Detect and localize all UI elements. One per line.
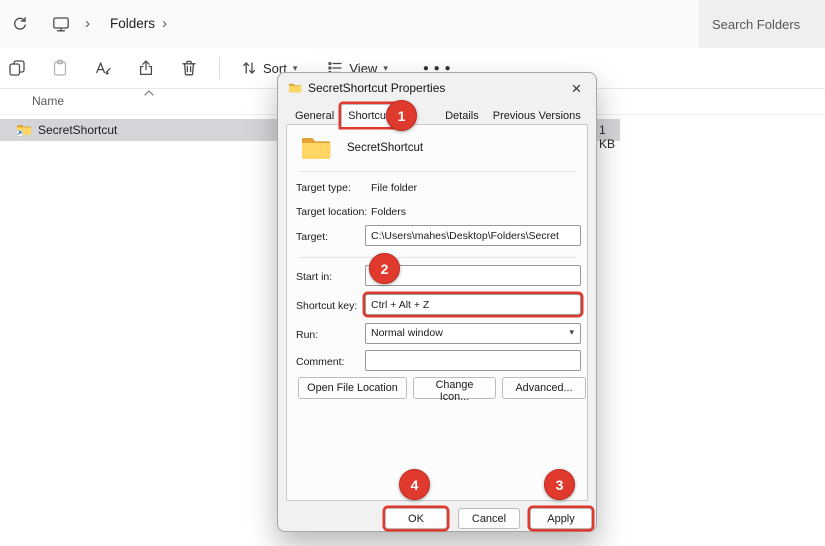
share-icon bbox=[137, 59, 155, 77]
refresh-icon bbox=[11, 16, 28, 33]
delete-button[interactable] bbox=[174, 53, 204, 83]
desktop-icon bbox=[52, 15, 70, 33]
tab-details[interactable]: Details bbox=[438, 105, 486, 127]
folder-shortcut-icon bbox=[16, 123, 32, 137]
tab-general[interactable]: General bbox=[288, 105, 341, 127]
refresh-button[interactable] bbox=[6, 11, 32, 37]
folder-icon bbox=[288, 82, 302, 94]
ok-button[interactable]: OK bbox=[385, 508, 447, 529]
target-input[interactable] bbox=[365, 225, 581, 246]
comment-input[interactable] bbox=[365, 350, 581, 371]
target-label: Target: bbox=[296, 231, 328, 243]
target-type-label: Target type: bbox=[296, 182, 351, 194]
sort-icon bbox=[241, 60, 257, 76]
annotation-step-1: 1 bbox=[386, 100, 417, 131]
run-label: Run: bbox=[296, 329, 318, 341]
rename-icon bbox=[94, 59, 112, 77]
trash-icon bbox=[180, 59, 198, 77]
chevron-down-icon: ▾ bbox=[569, 327, 574, 338]
target-location-label: Target location: bbox=[296, 206, 367, 218]
tab-previous-versions[interactable]: Previous Versions bbox=[486, 105, 588, 127]
run-value: Normal window bbox=[371, 327, 443, 339]
cancel-button[interactable]: Cancel bbox=[458, 508, 520, 529]
dialog-title: SecretShortcut Properties bbox=[308, 81, 445, 95]
breadcrumb-chevron-icon: › bbox=[85, 14, 90, 34]
divider bbox=[299, 171, 577, 172]
breadcrumb-root-button[interactable] bbox=[48, 11, 74, 37]
properties-dialog: SecretShortcut Properties × General Shor… bbox=[277, 72, 597, 532]
annotation-step-3: 3 bbox=[544, 469, 575, 500]
file-name: SecretShortcut bbox=[38, 123, 117, 137]
rename-button[interactable] bbox=[88, 53, 118, 83]
annotation-step-4: 4 bbox=[399, 469, 430, 500]
shortcut-key-label: Shortcut key: bbox=[296, 300, 357, 312]
toolbar-divider bbox=[219, 57, 220, 79]
sort-ascending-icon bbox=[144, 90, 154, 96]
close-icon[interactable]: × bbox=[563, 76, 590, 100]
folder-icon-large bbox=[300, 134, 332, 161]
file-explorer-window: › Folders › bbox=[0, 0, 825, 546]
annotation-step-2: 2 bbox=[369, 253, 400, 284]
target-type-value: File folder bbox=[371, 182, 417, 194]
explorer-topbar: › Folders › bbox=[0, 0, 825, 48]
paste-icon bbox=[51, 59, 69, 77]
copy-button[interactable] bbox=[2, 53, 32, 83]
start-in-label: Start in: bbox=[296, 271, 332, 283]
search-input[interactable] bbox=[699, 0, 825, 48]
shortcut-key-input[interactable] bbox=[365, 294, 581, 315]
breadcrumb-chevron-icon: › bbox=[162, 14, 167, 34]
breadcrumb-folders[interactable]: Folders bbox=[103, 13, 162, 34]
file-size: 1 KB bbox=[599, 123, 620, 151]
divider bbox=[299, 257, 577, 258]
column-header-name[interactable]: Name bbox=[32, 94, 64, 108]
open-file-location-button[interactable]: Open File Location bbox=[298, 377, 407, 399]
comment-label: Comment: bbox=[296, 356, 344, 368]
paste-button[interactable] bbox=[45, 53, 75, 83]
shortcut-name: SecretShortcut bbox=[347, 142, 423, 154]
target-location-value: Folders bbox=[371, 206, 406, 218]
run-select[interactable]: Normal window ▾ bbox=[365, 323, 581, 344]
shortcut-tab-panel: SecretShortcut Target type: File folder … bbox=[286, 124, 588, 501]
change-icon-button[interactable]: Change Icon... bbox=[413, 377, 496, 399]
advanced-button[interactable]: Advanced... bbox=[502, 377, 586, 399]
dialog-tabs: General Shortcut Details Previous Versio… bbox=[288, 104, 588, 126]
share-button[interactable] bbox=[131, 53, 161, 83]
dialog-titlebar[interactable]: SecretShortcut Properties × bbox=[278, 73, 596, 103]
apply-button[interactable]: Apply bbox=[530, 508, 592, 529]
copy-icon bbox=[8, 59, 26, 77]
